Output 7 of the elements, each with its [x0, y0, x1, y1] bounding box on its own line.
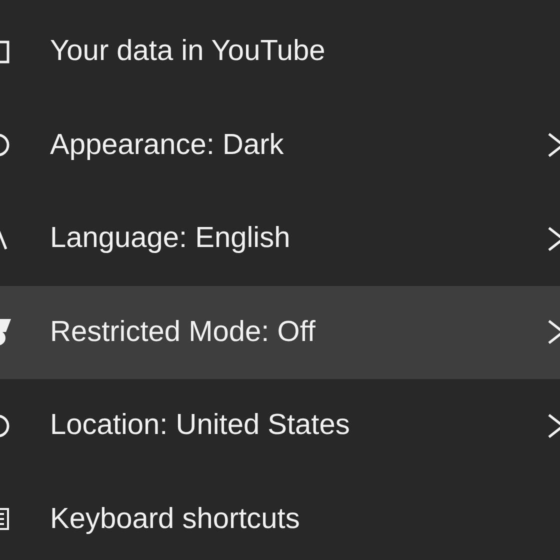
menu-item-label: Restricted Mode: Off: [50, 316, 316, 349]
menu-item-label: Appearance: Dark: [50, 128, 285, 162]
menu-item-label: Location: United States: [50, 409, 351, 442]
menu-item[interactable]: Restricted Mode: Off: [0, 286, 560, 379]
menu-item-label: Keyboard shortcuts: [50, 502, 301, 536]
menu-item-label: Language: English: [50, 222, 292, 256]
menu-item-label: Your data in YouTube: [50, 35, 326, 68]
